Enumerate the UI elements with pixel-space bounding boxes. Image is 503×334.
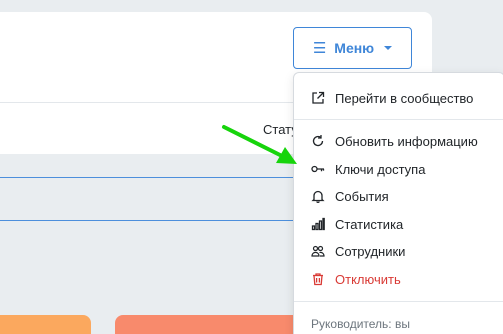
menu-divider: [294, 119, 503, 120]
menu-item-label: Статистика: [335, 216, 404, 232]
menu-button[interactable]: ☰ Меню: [293, 27, 412, 69]
chevron-down-icon: [384, 46, 393, 50]
menu-item-label: Сотрудники: [335, 243, 406, 259]
menu-item-label: Ключи доступа: [335, 161, 426, 177]
bell-icon: [311, 189, 325, 203]
stat-tile: [115, 315, 305, 334]
menu-divider: [294, 301, 503, 302]
menu-item-label: Отключить: [335, 271, 401, 287]
menu-item-go-to-community[interactable]: Перейти в сообщество: [294, 85, 503, 111]
menu-dropdown: Перейти в сообщество Обновить информацию…: [293, 72, 503, 334]
menu-item-disconnect[interactable]: Отключить: [294, 266, 503, 292]
external-link-icon: [311, 91, 325, 105]
key-icon: [311, 162, 325, 176]
menu-footer-owner: Руководитель: вы: [311, 317, 410, 331]
menu-item-refresh[interactable]: Обновить информацию: [294, 128, 503, 154]
content-divider: [0, 177, 296, 178]
stat-tile: [0, 315, 91, 334]
menu-item-label: События: [335, 188, 389, 204]
menu-button-label: Меню: [334, 40, 375, 56]
refresh-icon: [311, 134, 325, 148]
menu-item-employees[interactable]: Сотрудники: [294, 238, 503, 264]
bar-chart-icon: [311, 217, 325, 231]
hamburger-icon: ☰: [312, 40, 327, 57]
menu-item-events[interactable]: События: [294, 183, 503, 209]
trash-icon: [311, 272, 325, 286]
menu-item-statistics[interactable]: Статистика: [294, 211, 503, 237]
menu-item-label: Обновить информацию: [335, 133, 478, 149]
menu-item-access-keys[interactable]: Ключи доступа: [294, 156, 503, 182]
people-icon: [311, 244, 325, 258]
menu-item-label: Перейти в сообщество: [335, 90, 474, 106]
content-divider: [0, 220, 296, 221]
